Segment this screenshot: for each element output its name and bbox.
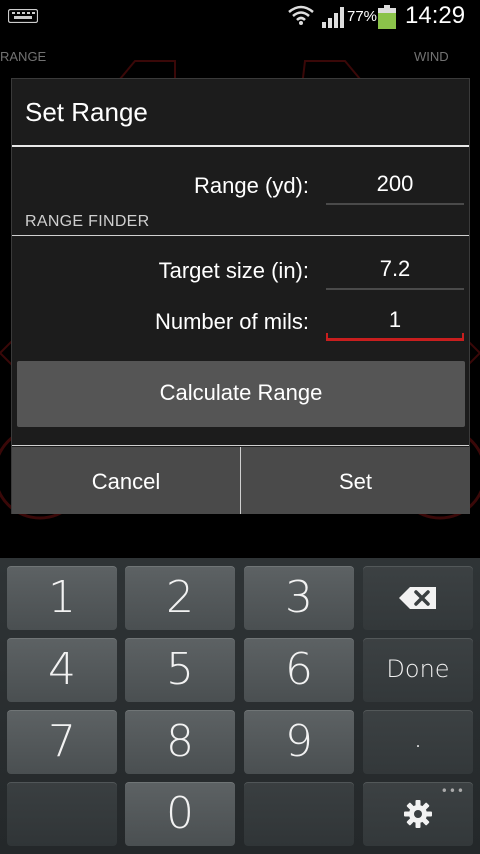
cancel-button[interactable]: Cancel xyxy=(12,447,240,514)
range-finder-header: RANGE FINDER xyxy=(25,213,150,230)
key-2-label: 2 xyxy=(166,572,194,623)
key-0[interactable]: 0 xyxy=(125,782,235,846)
set-button[interactable]: Set xyxy=(241,447,470,514)
range-yd-label: Range (yd): xyxy=(194,173,309,198)
range-yd-field[interactable]: 200 xyxy=(326,165,464,205)
key-7[interactable]: 7 xyxy=(7,710,117,774)
cancel-label: Cancel xyxy=(91,469,161,494)
settings-key[interactable]: ••• xyxy=(363,782,473,846)
key-6-label: 6 xyxy=(285,644,313,695)
target-size-label: Target size (in): xyxy=(158,258,309,283)
key-4[interactable]: 4 xyxy=(7,638,117,702)
decimal-key[interactable]: . xyxy=(363,710,473,774)
blank-key-left xyxy=(7,782,117,846)
done-key[interactable]: Done xyxy=(363,638,473,702)
key-5[interactable]: 5 xyxy=(125,638,235,702)
battery-icon xyxy=(378,5,396,29)
key-8[interactable]: 8 xyxy=(125,710,235,774)
numeric-keyboard: 1 2 3 4 5 6 Done 7 8 9 . 0 ••• xyxy=(0,558,480,854)
calculate-range-button[interactable]: Calculate Range xyxy=(17,361,465,427)
title-divider xyxy=(12,145,469,147)
battery-percent: 77% xyxy=(347,8,378,25)
blank-key-right xyxy=(244,782,354,846)
range-yd-underline xyxy=(326,203,464,205)
backspace-key[interactable] xyxy=(363,566,473,630)
clock: 14:29 xyxy=(405,2,466,29)
target-size-underline xyxy=(326,288,464,290)
key-2[interactable]: 2 xyxy=(125,566,235,630)
key-3[interactable]: 3 xyxy=(244,566,354,630)
set-range-dialog: Set Range Range (yd): 200 RANGE FINDER T… xyxy=(11,78,470,514)
target-size-value: 7.2 xyxy=(379,256,411,281)
range-yd-value: 200 xyxy=(376,171,414,196)
key-6[interactable]: 6 xyxy=(244,638,354,702)
backspace-icon xyxy=(363,566,473,630)
key-9-label: 9 xyxy=(285,716,313,767)
key-9[interactable]: 9 xyxy=(244,710,354,774)
button-bar-divider xyxy=(12,445,469,446)
target-size-field[interactable]: 7.2 xyxy=(326,250,464,290)
key-4-label: 4 xyxy=(48,644,76,695)
wifi-icon xyxy=(288,5,314,25)
set-label: Set xyxy=(338,469,373,494)
done-label: Done xyxy=(386,655,450,683)
key-0-label: 0 xyxy=(166,788,194,839)
key-1-label: 1 xyxy=(48,572,76,623)
mils-value: 1 xyxy=(388,307,402,332)
key-7-label: 7 xyxy=(48,716,76,767)
mils-field[interactable]: 1 xyxy=(326,301,464,341)
mils-label: Number of mils: xyxy=(154,309,309,334)
status-bar: 77% 14:29 xyxy=(0,0,480,33)
key-5-label: 5 xyxy=(166,644,194,695)
decimal-label: . xyxy=(413,720,423,755)
signal-icon xyxy=(322,7,344,28)
key-3-label: 3 xyxy=(285,572,313,623)
dialog-title: Set Range xyxy=(25,97,148,127)
mils-underline-focused xyxy=(326,333,464,341)
key-8-label: 8 xyxy=(166,716,194,767)
gear-icon xyxy=(363,782,473,846)
key-1[interactable]: 1 xyxy=(7,566,117,630)
calculate-range-label: Calculate Range xyxy=(159,380,323,405)
keyboard-icon xyxy=(8,9,38,23)
section-divider xyxy=(12,235,469,236)
